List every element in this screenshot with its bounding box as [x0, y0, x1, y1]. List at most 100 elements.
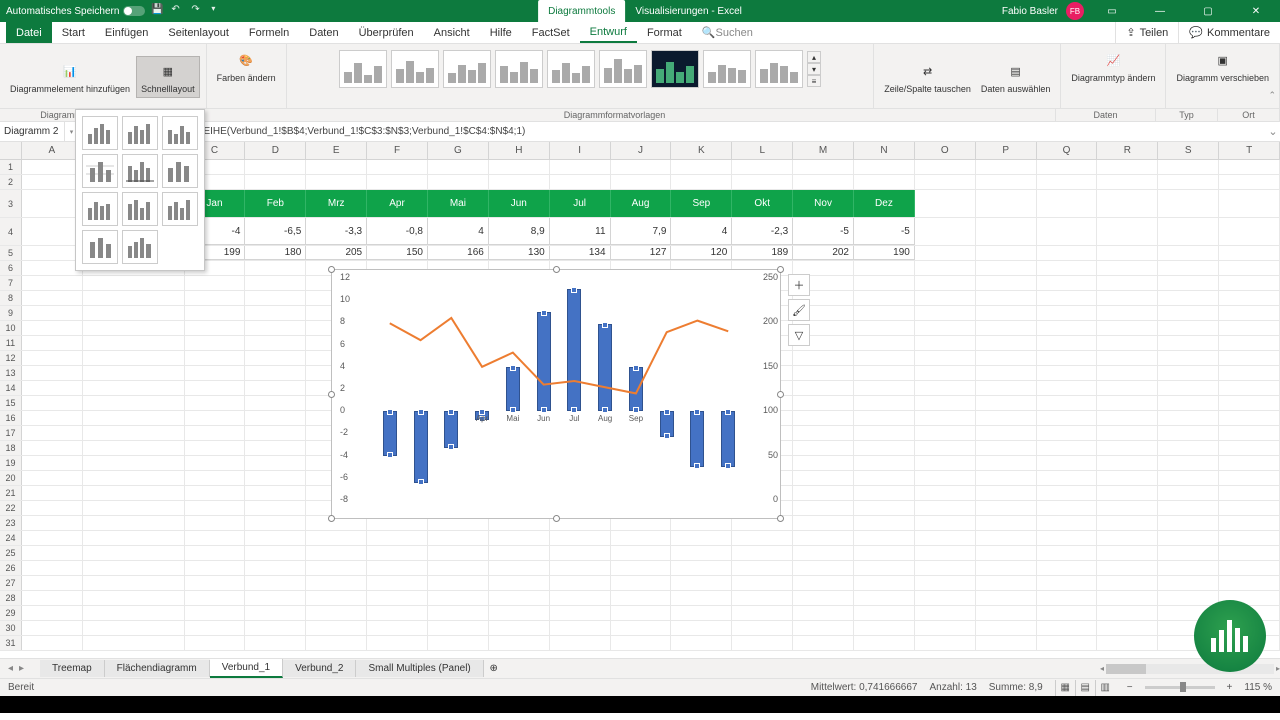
- col-header[interactable]: M: [793, 142, 854, 159]
- cell[interactable]: [22, 411, 83, 425]
- cell[interactable]: [793, 160, 854, 174]
- cell[interactable]: [854, 291, 915, 305]
- cell[interactable]: [1158, 411, 1219, 425]
- cell[interactable]: [976, 190, 1037, 217]
- quick-layout-option-8[interactable]: [122, 192, 158, 226]
- cell[interactable]: Okt: [732, 190, 793, 217]
- cell[interactable]: [915, 501, 976, 515]
- maximize-icon[interactable]: ▢: [1188, 0, 1228, 22]
- cell[interactable]: [22, 381, 83, 395]
- cell[interactable]: [611, 576, 672, 590]
- cell[interactable]: [1037, 366, 1098, 380]
- cell[interactable]: [976, 621, 1037, 635]
- cell[interactable]: [854, 306, 915, 320]
- user-avatar[interactable]: FB: [1066, 2, 1084, 20]
- cell[interactable]: [367, 561, 428, 575]
- cell[interactable]: [1219, 516, 1280, 530]
- cell[interactable]: [1097, 591, 1158, 605]
- cell[interactable]: [245, 561, 306, 575]
- cell[interactable]: [1158, 576, 1219, 590]
- cell[interactable]: -5: [854, 218, 915, 245]
- cell[interactable]: [83, 336, 185, 350]
- cell[interactable]: 150: [367, 246, 428, 260]
- cell[interactable]: [22, 291, 83, 305]
- chart-filters-button[interactable]: ▽: [788, 324, 810, 346]
- tab-format[interactable]: Format: [637, 22, 692, 43]
- cell[interactable]: [976, 261, 1037, 275]
- cell[interactable]: [1158, 175, 1219, 189]
- cell[interactable]: [732, 606, 793, 620]
- cell[interactable]: Apr: [367, 190, 428, 217]
- cell[interactable]: [306, 636, 367, 650]
- cell[interactable]: [185, 591, 246, 605]
- cell[interactable]: [245, 501, 306, 515]
- cell[interactable]: [245, 291, 306, 305]
- quick-layout-option-2[interactable]: [122, 116, 158, 150]
- cell[interactable]: [915, 621, 976, 635]
- formula-expand-icon[interactable]: ⌄: [1266, 125, 1280, 138]
- quick-layout-option-9[interactable]: [162, 192, 198, 226]
- cell[interactable]: [185, 456, 246, 470]
- quick-layout-option-1[interactable]: [82, 116, 118, 150]
- cell[interactable]: [22, 175, 83, 189]
- cell[interactable]: [915, 336, 976, 350]
- cell[interactable]: [1097, 576, 1158, 590]
- tab-einfuegen[interactable]: Einfügen: [95, 22, 158, 43]
- chart-style-9[interactable]: [755, 50, 803, 88]
- cell[interactable]: [915, 261, 976, 275]
- cell[interactable]: [550, 576, 611, 590]
- cell[interactable]: [1158, 531, 1219, 545]
- row-header[interactable]: 24: [0, 531, 22, 545]
- cell[interactable]: [1097, 175, 1158, 189]
- resize-handle[interactable]: [328, 391, 335, 398]
- cell[interactable]: [1219, 456, 1280, 470]
- cell[interactable]: [428, 546, 489, 560]
- cell[interactable]: [1158, 366, 1219, 380]
- select-data-button[interactable]: ▤ Daten auswählen: [977, 57, 1055, 97]
- cell[interactable]: [1037, 486, 1098, 500]
- cell[interactable]: [185, 441, 246, 455]
- close-icon[interactable]: ✕: [1236, 0, 1276, 22]
- cell[interactable]: [83, 576, 185, 590]
- cell[interactable]: [854, 396, 915, 410]
- cell[interactable]: [185, 306, 246, 320]
- row-header[interactable]: 11: [0, 336, 22, 350]
- cell[interactable]: [1219, 261, 1280, 275]
- cell[interactable]: [489, 160, 550, 174]
- cell[interactable]: [976, 456, 1037, 470]
- cell[interactable]: [1097, 621, 1158, 635]
- cell[interactable]: [245, 396, 306, 410]
- chart-style-6[interactable]: [599, 50, 647, 88]
- cell[interactable]: [83, 411, 185, 425]
- cell[interactable]: [22, 546, 83, 560]
- resize-handle[interactable]: [777, 266, 784, 273]
- cell[interactable]: [185, 576, 246, 590]
- cell[interactable]: [185, 426, 246, 440]
- cell[interactable]: [1219, 306, 1280, 320]
- cell[interactable]: [854, 636, 915, 650]
- cell[interactable]: [915, 546, 976, 560]
- cell[interactable]: [1037, 471, 1098, 485]
- cell[interactable]: [1219, 546, 1280, 560]
- row-header[interactable]: 23: [0, 516, 22, 530]
- cell[interactable]: [611, 606, 672, 620]
- row-header[interactable]: 17: [0, 426, 22, 440]
- cell[interactable]: [1037, 261, 1098, 275]
- cell[interactable]: [245, 516, 306, 530]
- cell[interactable]: [1219, 246, 1280, 260]
- cell[interactable]: [671, 561, 732, 575]
- cell[interactable]: [1097, 160, 1158, 174]
- cell[interactable]: [854, 160, 915, 174]
- cell[interactable]: [1097, 351, 1158, 365]
- cell[interactable]: [1219, 561, 1280, 575]
- row-header[interactable]: 16: [0, 411, 22, 425]
- cell[interactable]: [245, 175, 306, 189]
- cell[interactable]: [22, 591, 83, 605]
- cell[interactable]: [185, 336, 246, 350]
- formula-bar[interactable]: NREIHE(Verbund_1!$B$4;Verbund_1!$C$3:$N$…: [79, 126, 1266, 137]
- cell[interactable]: [245, 441, 306, 455]
- cell[interactable]: [245, 606, 306, 620]
- cell[interactable]: [185, 621, 246, 635]
- cell[interactable]: [245, 456, 306, 470]
- tab-ansicht[interactable]: Ansicht: [424, 22, 480, 43]
